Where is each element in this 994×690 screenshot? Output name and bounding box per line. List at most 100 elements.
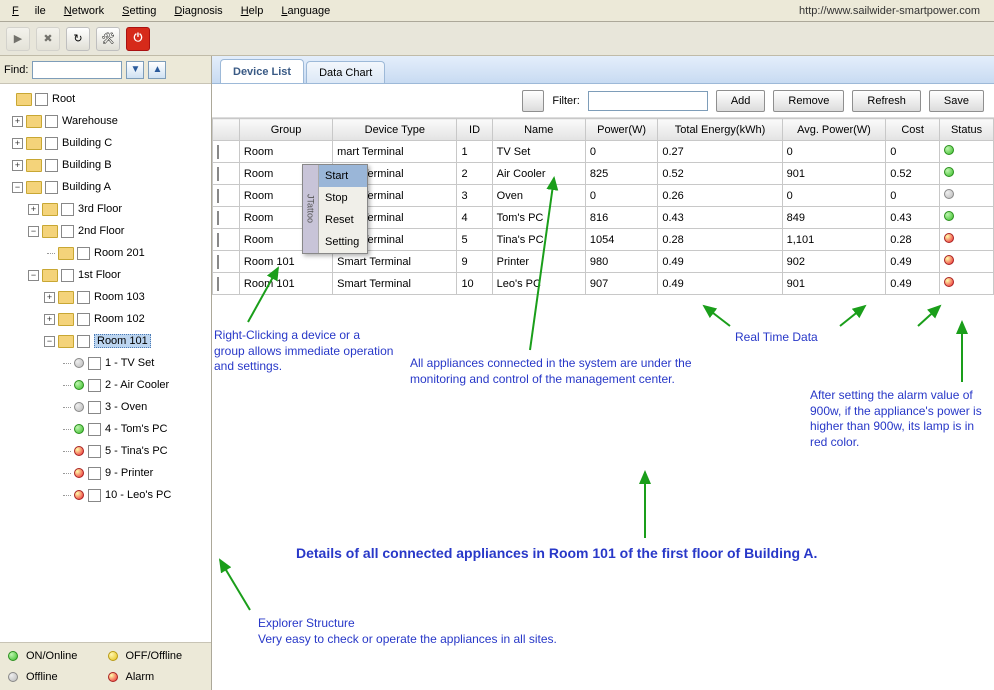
context-menu[interactable]: JTattoo Start Stop Reset Setting xyxy=(302,164,368,254)
expand-icon[interactable]: + xyxy=(28,204,39,215)
checkbox[interactable] xyxy=(45,159,58,172)
col-power[interactable]: Power(W) xyxy=(585,119,658,141)
checkbox[interactable] xyxy=(77,313,90,326)
tree-device-1[interactable]: 1 - TV Set xyxy=(2,352,209,374)
row-checkbox[interactable] xyxy=(217,211,219,225)
tree-device-10[interactable]: 10 - Leo's PC xyxy=(2,484,209,506)
checkbox[interactable] xyxy=(61,225,74,238)
status-lamp-icon xyxy=(944,211,954,221)
checkbox[interactable] xyxy=(88,357,101,370)
menu-file[interactable]: File xyxy=(4,2,54,20)
collapse-icon[interactable]: − xyxy=(28,270,39,281)
find-next-button[interactable]: ▼ xyxy=(126,61,144,79)
refresh-button[interactable]: Refresh xyxy=(852,90,921,112)
save-button[interactable]: Save xyxy=(929,90,984,112)
expand-icon[interactable]: + xyxy=(12,116,23,127)
col-status[interactable]: Status xyxy=(940,119,994,141)
col-group[interactable]: Group xyxy=(239,119,332,141)
tree-room-103[interactable]: +Room 103 xyxy=(2,286,209,308)
checkbox[interactable] xyxy=(88,467,101,480)
checkbox[interactable] xyxy=(77,291,90,304)
checkbox[interactable] xyxy=(88,489,101,502)
table-row[interactable]: Room mart Terminal 1 TV Set 0 0.27 0 0 xyxy=(213,141,994,163)
stop-button[interactable]: ✖ xyxy=(36,27,60,51)
play-button[interactable]: ▶ xyxy=(6,27,30,51)
cell-total: 0.52 xyxy=(658,163,782,185)
tree-room-201[interactable]: Room 201 xyxy=(2,242,209,264)
col-cost[interactable]: Cost xyxy=(886,119,940,141)
cell-total: 0.43 xyxy=(658,207,782,229)
tab-device-list[interactable]: Device List xyxy=(220,59,304,83)
refresh-button[interactable]: ↻ xyxy=(66,27,90,51)
expand-icon[interactable]: + xyxy=(44,314,55,325)
filter-input[interactable] xyxy=(588,91,708,111)
row-checkbox[interactable] xyxy=(217,277,219,291)
tree-device-3[interactable]: 3 - Oven xyxy=(2,396,209,418)
menu-help[interactable]: Help xyxy=(233,2,272,20)
menu-network[interactable]: Network xyxy=(56,2,112,20)
menu-language[interactable]: Language xyxy=(273,2,338,20)
tab-data-chart[interactable]: Data Chart xyxy=(306,61,385,83)
checkbox[interactable] xyxy=(35,93,48,106)
filter-icon-button[interactable] xyxy=(522,90,544,112)
tree-3rd-floor[interactable]: +3rd Floor xyxy=(2,198,209,220)
config-button[interactable]: 🛠 xyxy=(96,27,120,51)
cell-id: 2 xyxy=(457,163,492,185)
row-checkbox[interactable] xyxy=(217,167,219,181)
explorer-tree[interactable]: Root +Warehouse +Building C +Building B … xyxy=(0,84,211,642)
table-row[interactable]: Room 101 Smart Terminal 10 Leo's PC 907 … xyxy=(213,273,994,295)
col-check[interactable] xyxy=(213,119,240,141)
tree-warehouse[interactable]: +Warehouse xyxy=(2,110,209,132)
col-id[interactable]: ID xyxy=(457,119,492,141)
checkbox[interactable] xyxy=(88,401,101,414)
tree-device-5[interactable]: 5 - Tina's PC xyxy=(2,440,209,462)
tree-device-4[interactable]: 4 - Tom's PC xyxy=(2,418,209,440)
checkbox[interactable] xyxy=(45,137,58,150)
tree-2nd-floor[interactable]: −2nd Floor xyxy=(2,220,209,242)
menu-setting[interactable]: Setting xyxy=(114,2,164,20)
tree-1st-floor[interactable]: −1st Floor xyxy=(2,264,209,286)
menu-diagnosis[interactable]: Diagnosis xyxy=(166,2,230,20)
row-checkbox[interactable] xyxy=(217,189,219,203)
tree-building-c[interactable]: +Building C xyxy=(2,132,209,154)
collapse-icon[interactable]: − xyxy=(44,336,55,347)
checkbox[interactable] xyxy=(61,269,74,282)
row-checkbox[interactable] xyxy=(217,145,219,159)
status-lamp-icon xyxy=(944,189,954,199)
checkbox[interactable] xyxy=(77,335,90,348)
expand-icon[interactable]: + xyxy=(12,138,23,149)
checkbox[interactable] xyxy=(45,181,58,194)
expand-icon[interactable]: + xyxy=(12,160,23,171)
checkbox[interactable] xyxy=(88,423,101,436)
tree-building-a[interactable]: −Building A xyxy=(2,176,209,198)
cell-total: 0.49 xyxy=(658,251,782,273)
checkbox[interactable] xyxy=(88,379,101,392)
tree-root[interactable]: Root xyxy=(2,88,209,110)
tree-room-102[interactable]: +Room 102 xyxy=(2,308,209,330)
cell-id: 3 xyxy=(457,185,492,207)
tree-device-9[interactable]: 9 - Printer xyxy=(2,462,209,484)
folder-icon xyxy=(42,269,58,282)
power-button[interactable]: ⏻ xyxy=(126,27,150,51)
tree-room-101[interactable]: −Room 101 xyxy=(2,330,209,352)
col-total[interactable]: Total Energy(kWh) xyxy=(658,119,782,141)
remove-button[interactable]: Remove xyxy=(773,90,844,112)
col-avg[interactable]: Avg. Power(W) xyxy=(782,119,886,141)
find-prev-button[interactable]: ▲ xyxy=(148,61,166,79)
col-type[interactable]: Device Type xyxy=(333,119,457,141)
row-checkbox[interactable] xyxy=(217,255,219,269)
cell-name: Tina's PC xyxy=(492,229,585,251)
collapse-icon[interactable]: − xyxy=(12,182,23,193)
tree-building-b[interactable]: +Building B xyxy=(2,154,209,176)
checkbox[interactable] xyxy=(45,115,58,128)
checkbox[interactable] xyxy=(77,247,90,260)
col-name[interactable]: Name xyxy=(492,119,585,141)
collapse-icon[interactable]: − xyxy=(28,226,39,237)
checkbox[interactable] xyxy=(88,445,101,458)
tree-device-2[interactable]: 2 - Air Cooler xyxy=(2,374,209,396)
checkbox[interactable] xyxy=(61,203,74,216)
row-checkbox[interactable] xyxy=(217,233,219,247)
add-button[interactable]: Add xyxy=(716,90,766,112)
find-input[interactable] xyxy=(32,61,122,79)
expand-icon[interactable]: + xyxy=(44,292,55,303)
